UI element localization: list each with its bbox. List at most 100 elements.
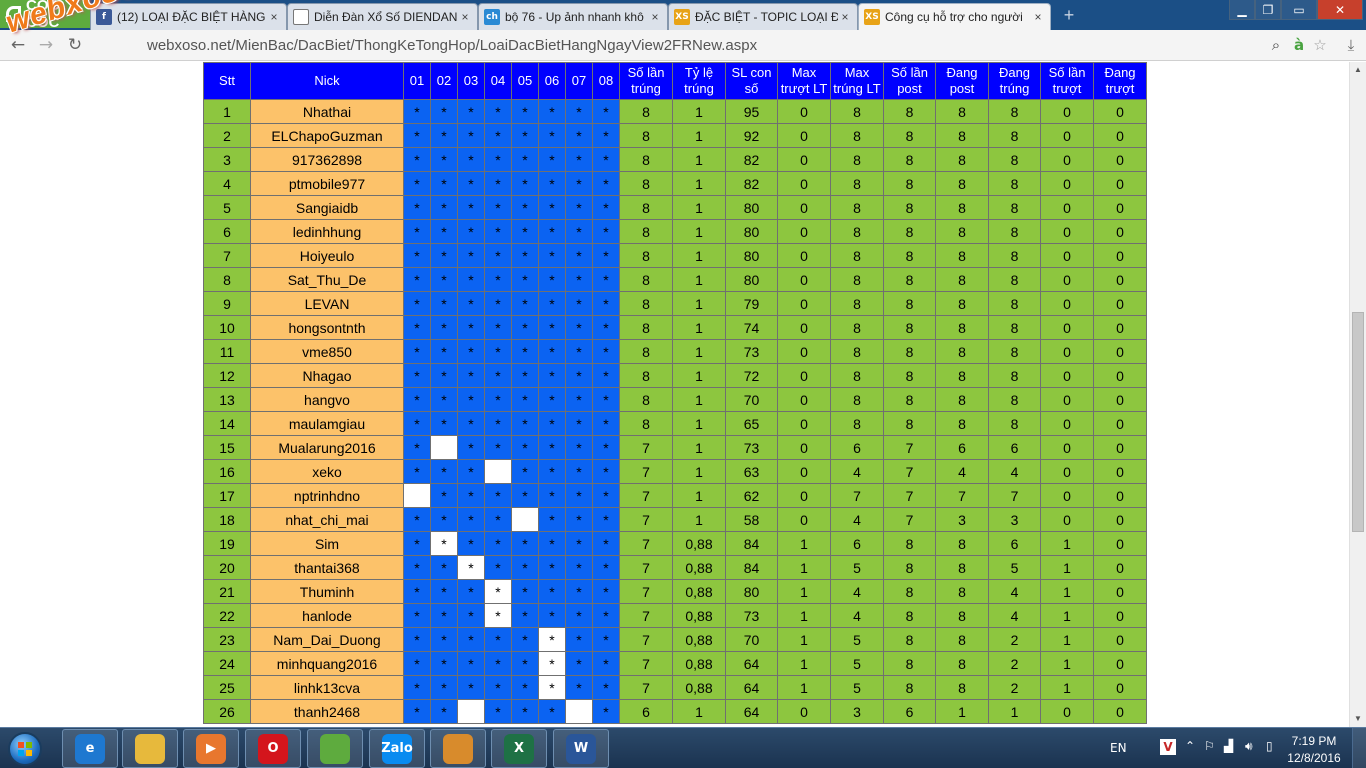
column-header[interactable]: SL con số: [725, 62, 778, 100]
column-header[interactable]: 04: [484, 62, 512, 100]
stat-cell: 8: [883, 315, 936, 340]
start-button[interactable]: [2, 728, 48, 768]
column-header[interactable]: 05: [511, 62, 539, 100]
taskbar-app-button[interactable]: W: [553, 729, 609, 768]
address-bar[interactable]: webxoso.net/MienBac/DacBiet/ThongKeTongH…: [92, 33, 1337, 58]
taskbar-app-button[interactable]: X: [491, 729, 547, 768]
zoom-icon[interactable]: ⌕: [1266, 35, 1286, 55]
bookmark-star-icon[interactable]: ☆: [1310, 35, 1330, 55]
column-header[interactable]: Số lần post: [883, 62, 936, 100]
column-header[interactable]: 01: [403, 62, 431, 100]
browser-tab[interactable]: XS ĐẶC BIỆT - TOPIC LOẠI ĐẶ ×: [668, 3, 858, 30]
action-center-flag-icon[interactable]: ⚐: [1204, 739, 1215, 753]
column-header[interactable]: 02: [430, 62, 458, 100]
close-button[interactable]: ✕: [1317, 0, 1363, 20]
taskbar-app-button[interactable]: [122, 729, 178, 768]
browser-tab[interactable]: XS Công cụ hỗ trợ cho người ×: [858, 3, 1051, 30]
column-header[interactable]: 03: [457, 62, 485, 100]
a-translate-icon[interactable]: à: [1289, 35, 1309, 55]
nick-cell[interactable]: nptrinhdno: [250, 483, 404, 508]
close-tab-icon[interactable]: ×: [1031, 10, 1045, 24]
scroll-down-arrow-icon[interactable]: ▼: [1350, 711, 1366, 727]
browser-tab[interactable]: Diễn Đàn Xổ Số DIENDAN ×: [287, 3, 478, 30]
nick-cell[interactable]: Sat_Thu_De: [250, 267, 404, 292]
nick-cell[interactable]: maulamgiau: [250, 411, 404, 436]
nick-cell[interactable]: Nhathai: [250, 99, 404, 124]
column-header[interactable]: Số lần trượt: [1040, 62, 1094, 100]
close-tab-icon[interactable]: ×: [458, 10, 472, 24]
nick-cell[interactable]: hongsontnth: [250, 315, 404, 340]
taskbar-app-button[interactable]: e: [62, 729, 118, 768]
nick-cell[interactable]: Hoiyeulo: [250, 243, 404, 268]
column-header[interactable]: Nick: [250, 62, 404, 100]
nick-cell[interactable]: thantai368: [250, 555, 404, 580]
clock-date: 12/8/2016: [1287, 751, 1341, 765]
nick-cell[interactable]: Nam_Dai_Duong: [250, 627, 404, 652]
column-header[interactable]: Max trúng LT: [830, 62, 884, 100]
vertical-scrollbar[interactable]: ▲ ▼: [1349, 62, 1366, 727]
taskbar-app-button[interactable]: [430, 729, 486, 768]
day-cell: [511, 507, 539, 532]
column-header[interactable]: Đang trượt: [1093, 62, 1147, 100]
column-header[interactable]: 07: [565, 62, 593, 100]
restore-button[interactable]: ▭: [1281, 0, 1317, 20]
coccoc-logo[interactable]: CỐC CỐC: [0, 0, 90, 31]
nick-cell[interactable]: hanlode: [250, 603, 404, 628]
language-indicator[interactable]: EN: [1110, 741, 1127, 755]
maximize-button[interactable]: ❐: [1255, 0, 1281, 20]
system-clock[interactable]: 7:19 PM 12/8/2016: [1283, 733, 1345, 767]
nick-cell[interactable]: Thuminh: [250, 579, 404, 604]
day-cell: *: [592, 675, 620, 700]
column-header[interactable]: 06: [538, 62, 566, 100]
stat-cell: 0,88: [672, 603, 726, 628]
column-header[interactable]: Đang trúng: [988, 62, 1041, 100]
scrollbar-thumb[interactable]: [1352, 312, 1364, 532]
nick-cell[interactable]: ledinhhung: [250, 219, 404, 244]
nick-cell[interactable]: 917362898: [250, 147, 404, 172]
nick-cell[interactable]: ELChapoGuzman: [250, 123, 404, 148]
nick-cell[interactable]: Sim: [250, 531, 404, 556]
nick-cell[interactable]: hangvo: [250, 387, 404, 412]
nick-cell[interactable]: thanh2468: [250, 699, 404, 724]
reload-icon[interactable]: ↻: [65, 35, 85, 55]
close-tab-icon[interactable]: ×: [648, 10, 662, 24]
volume-icon[interactable]: 🔊︎: [1245, 739, 1253, 754]
network-signal-icon[interactable]: ▟: [1224, 739, 1233, 753]
taskbar-app-button[interactable]: Zalo: [369, 729, 425, 768]
nick-cell[interactable]: Nhagao: [250, 363, 404, 388]
browser-tab[interactable]: f (12) LOẠI ĐẶC BIỆT HÀNG ×: [90, 3, 287, 30]
column-header[interactable]: Đang post: [935, 62, 989, 100]
column-header[interactable]: 08: [592, 62, 620, 100]
close-tab-icon[interactable]: ×: [267, 10, 281, 24]
close-tab-icon[interactable]: ×: [838, 10, 852, 24]
stat-cell: 7: [619, 579, 673, 604]
taskbar-app-button[interactable]: [307, 729, 363, 768]
show-desktop-button[interactable]: [1352, 728, 1366, 768]
nick-cell[interactable]: vme850: [250, 339, 404, 364]
nick-cell[interactable]: minhquang2016: [250, 651, 404, 676]
back-arrow-icon[interactable]: ←: [8, 35, 28, 55]
browser-tab[interactable]: ch bộ 76 - Up ảnh nhanh khô ×: [478, 3, 668, 30]
column-header[interactable]: Stt: [203, 62, 251, 100]
column-header[interactable]: Max trượt LT: [777, 62, 831, 100]
column-header[interactable]: Tỷ lệ trúng: [672, 62, 726, 100]
new-tab-button[interactable]: +: [1060, 6, 1078, 24]
nick-cell[interactable]: Mualarung2016: [250, 435, 404, 460]
taskbar-app-button[interactable]: O: [245, 729, 301, 768]
nick-cell[interactable]: linhk13cva: [250, 675, 404, 700]
forward-arrow-icon[interactable]: →: [36, 35, 56, 55]
scroll-up-arrow-icon[interactable]: ▲: [1350, 62, 1366, 78]
minimize-button[interactable]: ▁: [1229, 0, 1255, 20]
nick-cell[interactable]: xeko: [250, 459, 404, 484]
show-hidden-icons-icon[interactable]: ⌃: [1185, 739, 1195, 753]
nick-cell[interactable]: nhat_chi_mai: [250, 507, 404, 532]
taskbar-app-button[interactable]: ▶: [183, 729, 239, 768]
download-icon[interactable]: ⤓: [1341, 35, 1361, 55]
antivirus-icon[interactable]: V: [1160, 739, 1176, 755]
battery-icon[interactable]: ▯: [1266, 739, 1273, 753]
day-cell: *: [457, 123, 485, 148]
column-header[interactable]: Số lần trúng: [619, 62, 673, 100]
nick-cell[interactable]: LEVAN: [250, 291, 404, 316]
nick-cell[interactable]: Sangiaidb: [250, 195, 404, 220]
nick-cell[interactable]: ptmobile977: [250, 171, 404, 196]
